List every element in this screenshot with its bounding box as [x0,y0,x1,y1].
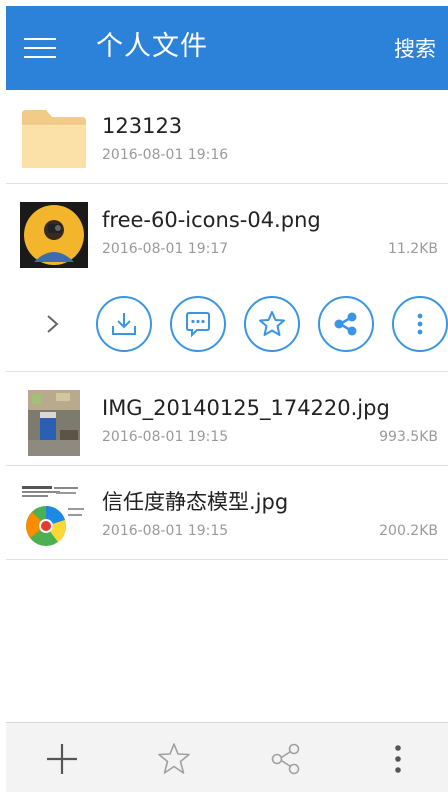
file-name: 123123 [102,114,183,138]
file-name: IMG_20140125_174220.jpg [102,396,390,420]
folder-icon [20,108,88,170]
file-date: 2016-08-01 19:16 [102,147,229,163]
diagram-thumbnail [20,484,88,550]
file-size: 11.2KB [388,241,438,257]
file-date: 2016-08-01 19:15 [102,523,229,539]
favorite-button[interactable] [244,296,300,352]
file-name: free-60-icons-04.png [102,208,321,232]
file-name: 信任度静态模型.jpg [102,490,289,514]
app-header: 个人文件 搜索 [6,6,448,90]
share-toolbar-button[interactable] [264,737,308,781]
more-toolbar-button[interactable] [376,737,420,781]
photo-thumbnail [20,390,88,456]
download-button[interactable] [96,296,152,352]
file-date: 2016-08-01 19:17 [102,241,229,257]
file-row-image[interactable]: IMG_20140125_174220.jpg 2016-08-01 19:15… [6,372,448,466]
favorite-toolbar-button[interactable] [152,737,196,781]
more-button[interactable] [392,296,448,352]
file-row-image[interactable]: 信任度静态模型.jpg 2016-08-01 19:15 200.2KB [6,466,448,560]
file-size: 993.5KB [379,429,438,445]
hamburger-menu-icon[interactable] [24,32,60,64]
chevron-right-icon[interactable] [42,310,64,338]
add-button[interactable] [40,737,84,781]
file-row-folder[interactable]: 123123 2016-08-01 19:16 [6,90,448,184]
bottom-toolbar [6,722,448,792]
file-action-row [6,278,448,372]
file-row-image[interactable]: free-60-icons-04.png 2016-08-01 19:17 11… [6,184,448,278]
share-button[interactable] [318,296,374,352]
comment-button[interactable] [170,296,226,352]
app-window: 个人文件 搜索 123123 2016-08-01 19:16 free-60-… [6,6,448,792]
file-size: 200.2KB [379,523,438,539]
image-thumbnail [20,202,88,268]
page-title: 个人文件 [96,31,208,62]
file-date: 2016-08-01 19:15 [102,429,229,445]
search-button[interactable]: 搜索 [394,34,436,64]
